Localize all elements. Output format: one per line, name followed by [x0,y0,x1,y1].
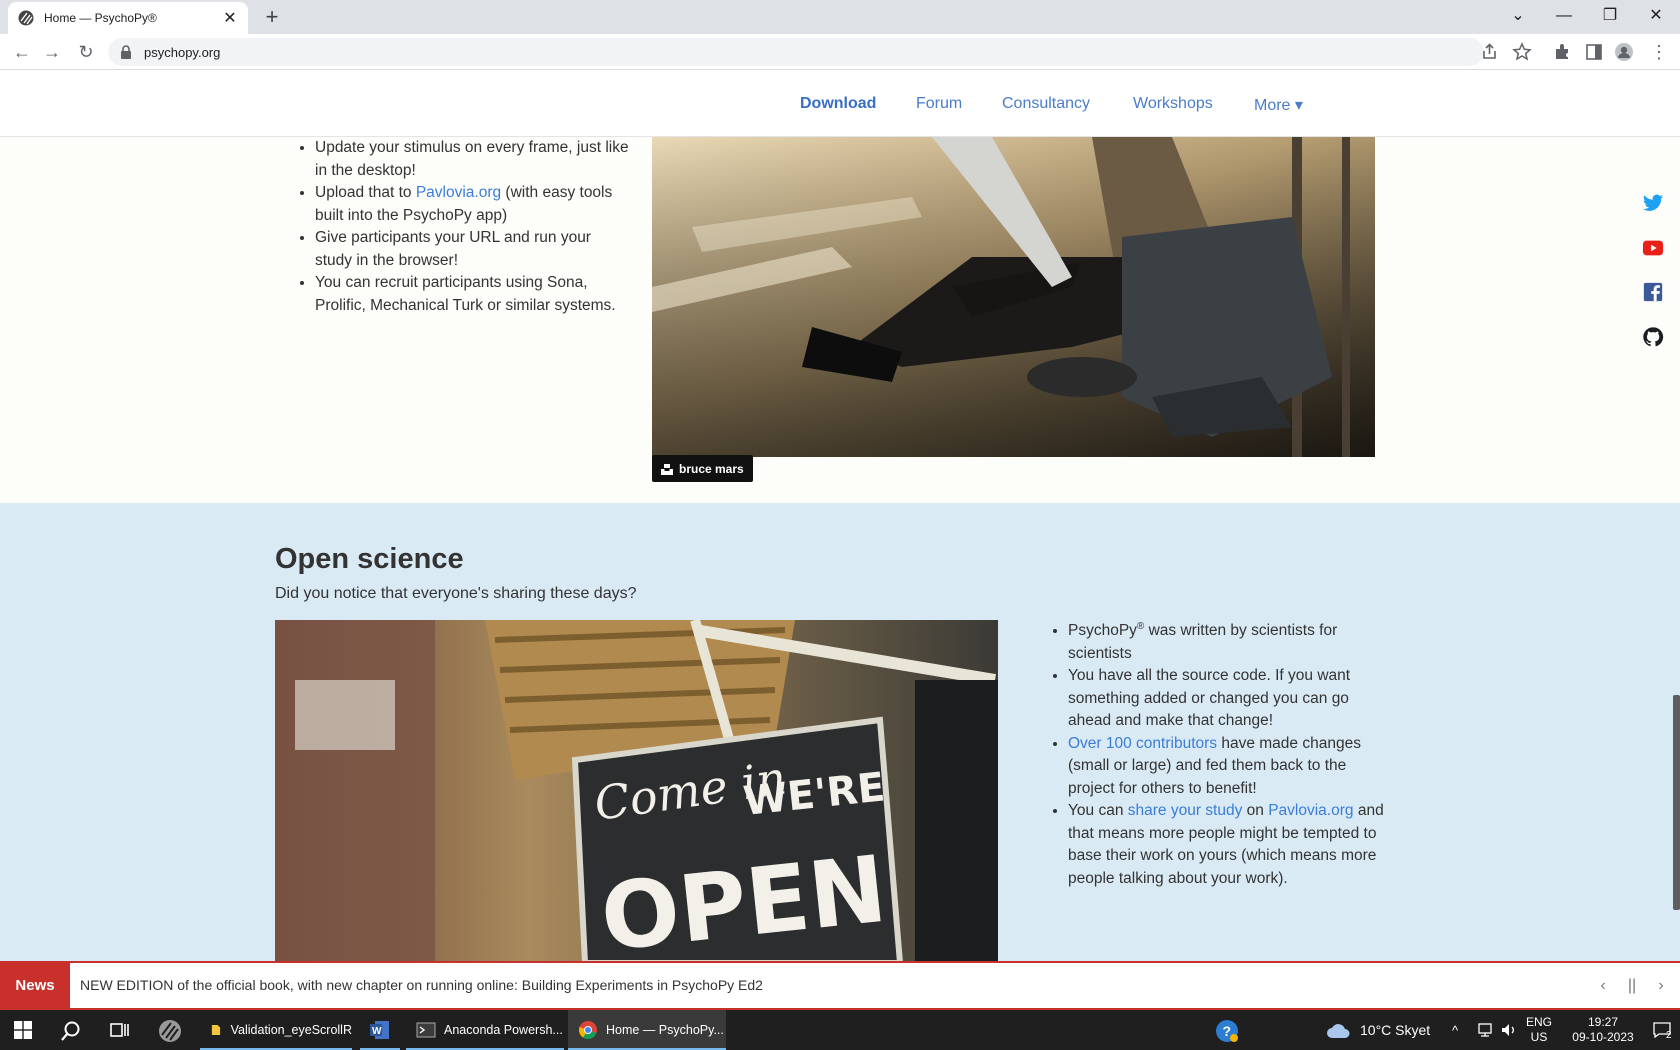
close-window-button[interactable]: ✕ [1634,0,1678,32]
youtube-icon[interactable] [1642,237,1664,259]
list-item: Give participants your URL and run your … [315,227,630,272]
clock-date: 09-10-2023 [1572,1030,1634,1044]
news-ticker: News NEW EDITION of the official book, w… [0,961,1680,1010]
browser-toolbar: ← → ↻ psychopy.org ⋮ [0,34,1680,70]
extensions-icon[interactable] [1552,42,1572,62]
taskbar-item-label: Anaconda Powersh... [444,1023,563,1037]
list-item: You can recruit participants using Sona,… [315,272,630,317]
folder-icon [211,1024,221,1036]
taskbar-item-file-explorer[interactable]: Validation_eyeScrollR [200,1010,352,1050]
section-heading: Open science [275,543,464,575]
nav-more-dropdown[interactable]: More ▾ [1254,95,1303,115]
back-icon[interactable]: ← [10,40,34,64]
minimize-button[interactable]: — [1542,0,1586,32]
side-panel-icon[interactable] [1584,42,1604,62]
language-indicator[interactable]: ENG US [1526,1010,1552,1050]
taskbar-item-label: Validation_eyeScrollR [230,1023,352,1037]
weather-widget[interactable]: 10°C Skyet [1326,1010,1430,1050]
chevron-left-icon[interactable]: ‹ [1590,973,1616,999]
menu-kebab-icon[interactable]: ⋮ [1647,40,1671,64]
svg-text:?: ? [1223,1023,1232,1039]
nav-download[interactable]: Download [800,95,876,113]
facebook-icon[interactable] [1642,281,1664,303]
browser-tab-bar: Home — PsychoPy® ✕ + ⌄ — ❐ ✕ [0,0,1680,34]
pause-icon[interactable]: || [1619,973,1645,999]
chevron-right-icon[interactable]: › [1648,973,1674,999]
new-tab-button[interactable]: + [260,5,284,29]
open-science-section: Open science Did you notice that everyon… [0,503,1680,961]
bookmark-star-icon[interactable] [1512,42,1532,62]
browser-tab-active[interactable]: Home — PsychoPy® ✕ [8,2,248,34]
tab-search-icon[interactable]: ⌄ [1496,0,1540,32]
unsplash-icon [661,463,673,475]
taskbar-item-anaconda[interactable]: Anaconda Powersh... [406,1010,564,1050]
profile-avatar-icon[interactable] [1614,42,1634,62]
restore-button[interactable]: ❐ [1588,0,1632,32]
pavlovia-link[interactable]: Pavlovia.org [1268,802,1353,819]
page-content: Update your stimulus on every frame, jus… [0,137,1680,961]
lock-icon [121,45,131,59]
url-text: psychopy.org [144,44,221,60]
volume-icon[interactable] [1500,1022,1518,1038]
search-icon[interactable] [60,1020,82,1042]
person-with-laptop-photo [652,137,1375,457]
github-icon[interactable] [1642,326,1664,348]
share-icon[interactable] [1480,42,1500,62]
cloud-icon [1327,1024,1350,1038]
online-bullet-list: Update your stimulus on every frame, jus… [295,137,630,317]
news-headline-link[interactable]: NEW EDITION of the official book, with n… [80,977,763,993]
task-view-icon[interactable] [110,1021,130,1039]
show-hidden-icons-chevron-icon[interactable]: ^ [1452,1010,1458,1050]
photo-credit-name: bruce mars [679,461,744,476]
photo-credit-badge[interactable]: bruce mars [652,455,753,482]
open-science-bullet-list: PsychoPy® was written by scientists for … [1048,616,1388,890]
address-bar[interactable]: psychopy.org [108,38,1484,66]
twitter-icon[interactable] [1642,192,1664,214]
nav-workshops[interactable]: Workshops [1133,95,1213,113]
online-section: Update your stimulus on every frame, jus… [0,137,1680,503]
help-icon[interactable]: ? [1215,1019,1239,1043]
clock-time: 19:27 [1587,1015,1619,1029]
section-subtitle: Did you notice that everyone's sharing t… [275,585,637,602]
locale-code: US [1530,1030,1548,1044]
site-navbar: Download Forum Consultancy Workshops Mor… [0,71,1680,137]
news-label: News [0,963,70,1008]
notification-center-icon[interactable]: 2 [1644,1010,1680,1050]
nav-forum[interactable]: Forum [916,95,962,113]
list-item: You can share your study on Pavlovia.org… [1068,800,1388,890]
lang-code: ENG [1526,1015,1553,1029]
list-item: Upload that to Pavlovia.org (with easy t… [315,182,630,227]
page-scrollbar-thumb[interactable] [1673,695,1680,910]
svg-text:W: W [372,1026,382,1037]
word-icon: W [370,1021,389,1039]
list-item: You have all the source code. If you wan… [1068,665,1388,733]
taskbar-item-word[interactable]: W [360,1010,400,1050]
pavlovia-link[interactable]: Pavlovia.org [416,184,501,201]
tab-title: Home — PsychoPy® [44,11,157,25]
weather-text: 10°C Skyet [1360,1022,1431,1038]
terminal-icon [416,1022,436,1038]
windows-start-icon[interactable] [14,1021,32,1039]
share-study-link[interactable]: share your study [1128,802,1243,819]
taskbar-item-chrome[interactable]: Home — PsychoPy... [568,1010,726,1050]
psychopy-logo-icon [18,10,34,26]
windows-taskbar: Validation_eyeScrollR W Anaconda Powersh… [0,1010,1680,1050]
taskbar-item-label: Home — PsychoPy... [606,1023,724,1037]
network-icon[interactable] [1476,1022,1494,1038]
contributors-link[interactable]: Over 100 contributors [1068,735,1217,752]
chrome-icon [578,1021,597,1040]
forward-icon[interactable]: → [40,40,64,64]
nav-consultancy[interactable]: Consultancy [1002,95,1090,113]
reload-icon[interactable]: ↻ [74,40,98,64]
clock[interactable]: 19:27 09-10-2023 [1562,1010,1644,1050]
close-tab-icon[interactable]: ✕ [222,8,238,28]
list-item: Update your stimulus on every frame, jus… [315,137,630,182]
list-item: PsychoPy® was written by scientists for … [1068,616,1388,665]
psychopy-app-icon[interactable] [158,1019,182,1043]
list-item: Over 100 contributors have made changes … [1068,733,1388,801]
open-sign-photo: Come in WE'RE OPEN [275,620,998,961]
notification-count: 2 [1666,1030,1672,1041]
